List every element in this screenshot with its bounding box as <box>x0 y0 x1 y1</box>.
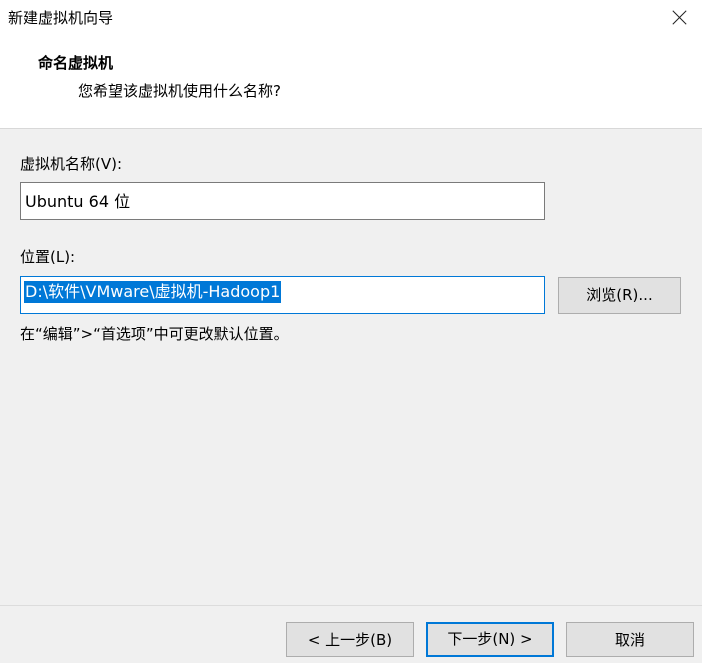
page-heading: 命名虚拟机 <box>38 54 114 72</box>
wizard-footer: < 上一步(B) 下一步(N) > 取消 <box>0 605 702 663</box>
wizard-body: 虚拟机名称(V): Ubuntu 64 位 位置(L): D:\软件\VMwar… <box>0 129 702 605</box>
back-button[interactable]: < 上一步(B) <box>286 622 414 657</box>
location-value: D:\软件\VMware\虚拟机-Hadoop1 <box>24 281 282 303</box>
location-input[interactable]: D:\软件\VMware\虚拟机-Hadoop1 <box>20 276 545 314</box>
next-button[interactable]: 下一步(N) > <box>426 622 554 657</box>
vm-name-label: 虚拟机名称(V): <box>20 155 123 173</box>
page-subheading: 您希望该虚拟机使用什么名称? <box>78 82 281 100</box>
window-title: 新建虚拟机向导 <box>8 9 114 27</box>
location-label: 位置(L): <box>20 248 76 266</box>
browse-button[interactable]: 浏览(R)... <box>558 277 681 314</box>
title-bar: 新建虚拟机向导 <box>0 0 702 36</box>
location-hint: 在“编辑”>“首选项”中可更改默认位置。 <box>20 325 289 343</box>
cancel-button[interactable]: 取消 <box>566 622 694 657</box>
close-icon[interactable] <box>664 2 696 32</box>
vm-name-value: Ubuntu 64 位 <box>25 192 131 211</box>
vm-name-input[interactable]: Ubuntu 64 位 <box>20 182 545 220</box>
wizard-header: 命名虚拟机 您希望该虚拟机使用什么名称? <box>0 36 702 129</box>
